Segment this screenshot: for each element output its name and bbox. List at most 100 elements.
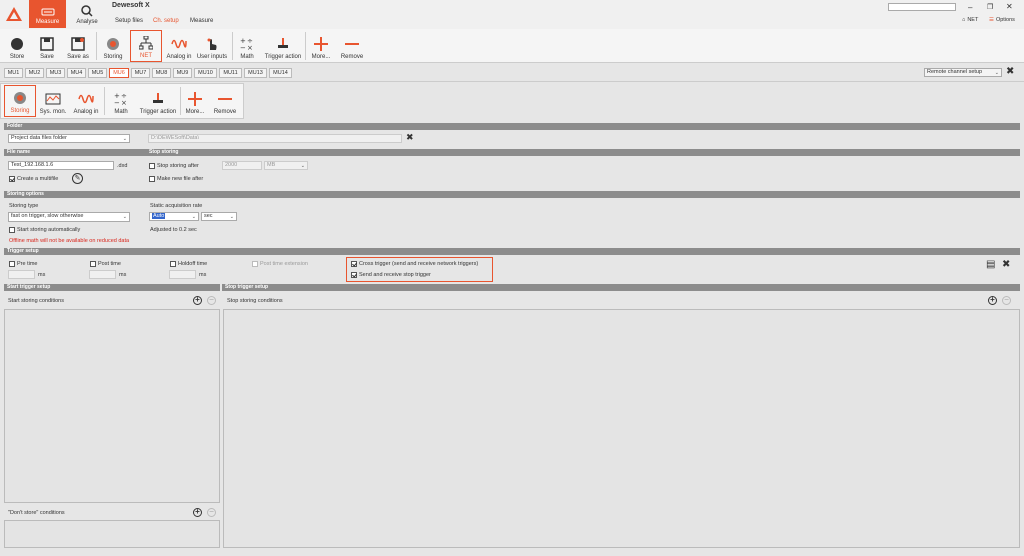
top-bar (0, 0, 1024, 30)
user-inputs-button[interactable]: User inputs (196, 30, 228, 62)
svg-text:×: × (121, 99, 127, 106)
subtab-setup-files[interactable]: Setup files (115, 18, 143, 24)
analog-in-button[interactable]: Analog in (165, 30, 193, 62)
pre-time-checkbox[interactable] (9, 261, 15, 267)
hamburger-icon: ☰ (989, 17, 994, 23)
store-button[interactable]: Store (4, 30, 30, 62)
start-storing-auto-checkbox[interactable] (9, 227, 15, 233)
pre-time-field[interactable] (8, 270, 35, 279)
mu-tab[interactable]: MU6 (109, 68, 129, 78)
pre-time-unit: ms (38, 272, 46, 278)
mu-tab[interactable]: MU5 (88, 68, 107, 78)
remove-start-condition-button[interactable]: − (207, 296, 216, 305)
floppy-icon (40, 37, 54, 51)
mu-tab[interactable]: MU11 (219, 68, 242, 78)
static-rate-select[interactable]: Auto ⌄ (149, 212, 199, 221)
post-time-extension-checkbox[interactable] (252, 261, 258, 267)
math-tab-button[interactable]: + ÷ − × Math (107, 86, 135, 117)
storing-tab-button[interactable]: Storing (4, 85, 36, 117)
folder-path-field[interactable]: D:\DEWESoft\Data\ (148, 134, 402, 143)
create-multifile-checkbox[interactable] (9, 176, 15, 182)
holdoff-time-label: Holdoff time (178, 261, 208, 267)
mu-tab[interactable]: MU9 (173, 68, 192, 78)
subtab-ch-setup[interactable]: Ch. setup (153, 18, 179, 24)
hand-pointer-icon (207, 38, 217, 50)
analog-in-tab-label: Analog in (73, 109, 99, 115)
subtab-measure[interactable]: Measure (190, 18, 213, 24)
maximize-button[interactable]: ❐ (987, 3, 993, 11)
remote-channel-setup-label: Remote channel setup (927, 69, 983, 75)
mu-tab[interactable]: MU1 (4, 68, 23, 78)
store-label: Store (9, 54, 25, 60)
save-button[interactable]: Save (34, 30, 60, 62)
file-extension: .dxd (117, 163, 128, 169)
stop-after-unit-value: MB (267, 162, 276, 168)
trigger-action-tab-button[interactable]: Trigger action (138, 86, 178, 117)
add-start-condition-button[interactable]: + (193, 296, 202, 305)
cross-trigger-checkbox[interactable] (351, 261, 357, 267)
mu-tab[interactable]: MU13 (244, 68, 267, 78)
tab-measure[interactable]: Measure (29, 0, 66, 28)
toolbar-separator (104, 87, 105, 115)
sys-mon-button[interactable]: Sys. mon. (38, 86, 68, 117)
net-button[interactable]: NET (130, 30, 162, 62)
storing-label: Storing (103, 54, 123, 60)
mu-tab[interactable]: MU14 (269, 68, 292, 78)
chevron-down-icon: ⌄ (122, 214, 127, 220)
edit-pencil-icon[interactable]: ✎ (72, 173, 83, 184)
remove-button[interactable]: Remove (338, 30, 366, 62)
save-as-button[interactable]: Save as (64, 30, 92, 62)
options-button[interactable]: ☰ Options (989, 17, 1015, 23)
close-button[interactable]: ✕ (1006, 2, 1013, 11)
clipboard-icon[interactable]: ▤ (986, 259, 995, 270)
toolbar-separator (180, 87, 181, 115)
mu-tab[interactable]: MU2 (25, 68, 44, 78)
math-button[interactable]: + ÷ − × Math (234, 30, 260, 62)
stop-after-value-field[interactable]: 2000 (222, 161, 262, 170)
mu-tab[interactable]: MU3 (46, 68, 65, 78)
remove-stop-condition-button[interactable]: − (1002, 296, 1011, 305)
net-status[interactable]: ⌂ NET (962, 17, 978, 23)
search-input[interactable] (888, 3, 956, 11)
analog-in-tab-button[interactable]: Analog in (71, 86, 101, 117)
plus-icon (188, 92, 202, 106)
static-rate-unit-select[interactable]: sec ⌄ (201, 212, 237, 221)
file-name-input[interactable]: Test_192.168.1.6 (8, 161, 114, 170)
folder-select[interactable]: Project data files folder ⌄ (8, 134, 130, 143)
stop-storing-after-checkbox[interactable] (149, 163, 155, 169)
more-button[interactable]: More... (308, 30, 334, 62)
remote-channel-setup-select[interactable]: Remote channel setup ⌄ (924, 68, 1002, 77)
tools-icon[interactable]: ✖ (406, 132, 414, 143)
mu-tab[interactable]: MU10 (194, 68, 217, 78)
offline-math-warning: Offline math will not be available on re… (9, 238, 130, 244)
post-time-field[interactable] (89, 270, 116, 279)
remove-tab-button[interactable]: Remove (211, 86, 239, 117)
add-stop-condition-button[interactable]: + (988, 296, 997, 305)
chevron-down-icon: ⌄ (122, 136, 127, 142)
storing-button[interactable]: Storing (99, 30, 127, 62)
tab-analyse[interactable]: Analyse (72, 0, 102, 28)
send-receive-stop-checkbox[interactable] (351, 272, 357, 278)
mu-tab[interactable]: MU7 (131, 68, 150, 78)
trigger-action-button[interactable]: Trigger action (263, 30, 303, 62)
more-tab-button[interactable]: More... (182, 86, 208, 117)
minimize-button[interactable]: – (968, 3, 972, 12)
stop-after-unit-select[interactable]: MB ⌄ (264, 161, 308, 170)
save-as-label: Save as (67, 54, 89, 60)
chevron-down-icon: ⌄ (300, 163, 305, 169)
remove-dont-store-button[interactable]: − (207, 508, 216, 517)
trigger-icon (278, 38, 288, 48)
analog-in-label: Analog in (166, 54, 192, 60)
holdoff-time-checkbox[interactable] (170, 261, 176, 267)
add-dont-store-button[interactable]: + (193, 508, 202, 517)
make-new-file-checkbox[interactable] (149, 176, 155, 182)
tools-icon[interactable]: ✖ (1002, 259, 1010, 270)
mu-tab[interactable]: MU4 (67, 68, 86, 78)
mu-tab[interactable]: MU8 (152, 68, 171, 78)
post-time-checkbox[interactable] (90, 261, 96, 267)
storing-type-select[interactable]: fast on trigger, slow otherwise ⌄ (8, 212, 130, 222)
sys-mon-label: Sys. mon. (39, 109, 67, 115)
tools-icon[interactable]: ✖ (1006, 66, 1014, 77)
storing-options-header: Storing options (4, 191, 1020, 198)
holdoff-time-field[interactable] (169, 270, 196, 279)
